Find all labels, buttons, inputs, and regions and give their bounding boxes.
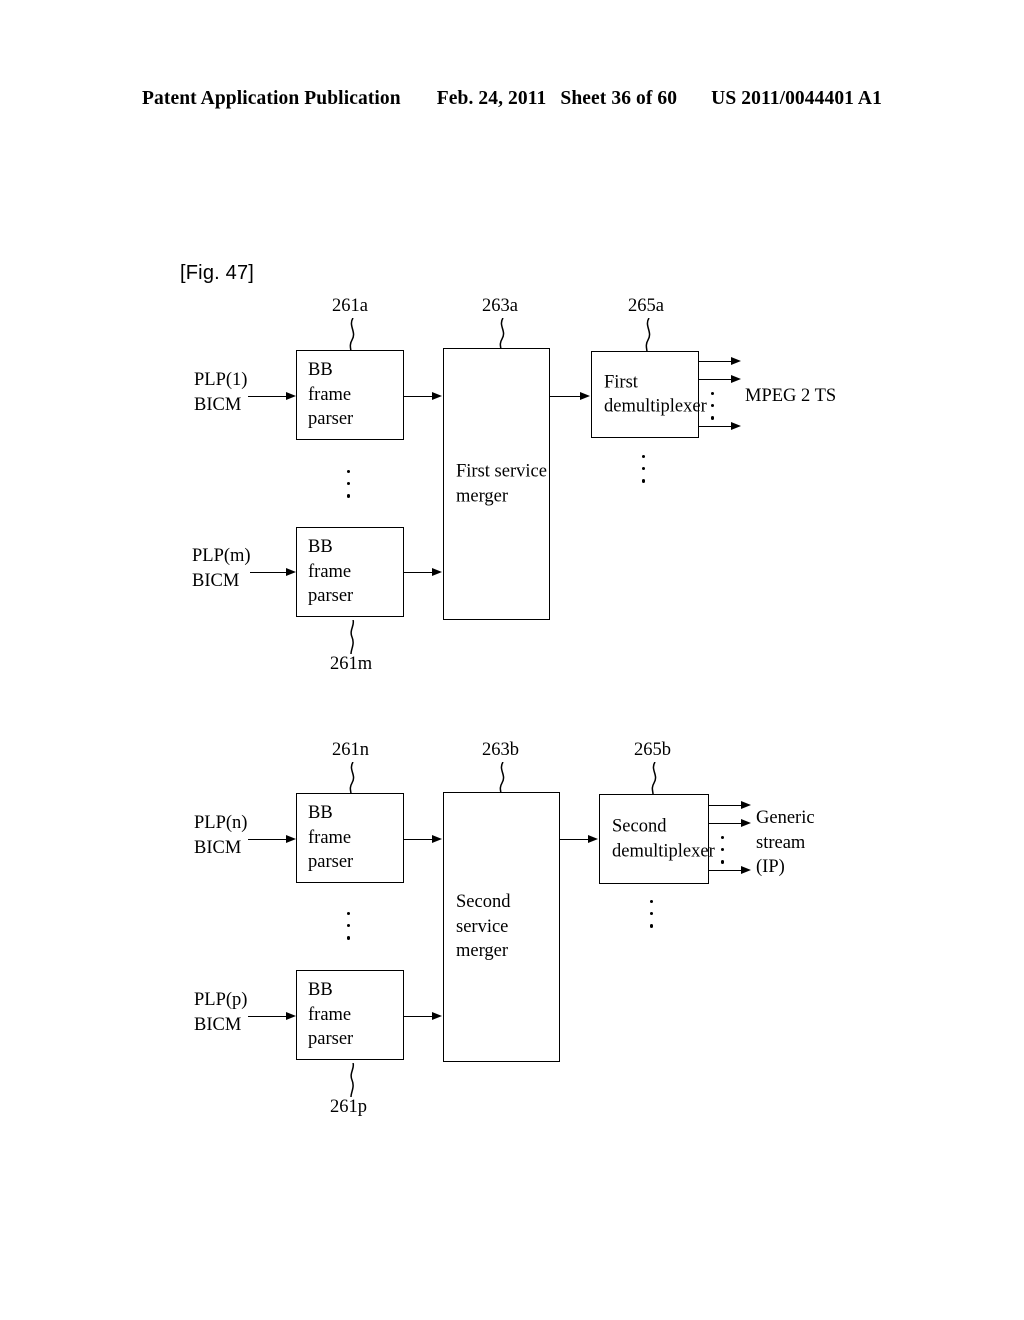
block-bb-frame-parser-261m: BB frame parser <box>296 527 404 617</box>
arrow-line-parser261a-to-merger <box>404 396 432 397</box>
arrow-head-demux-b-out-2 <box>741 818 751 827</box>
ellipsis-below-demux-b <box>650 900 656 928</box>
arrow-head-parser261m-to-merger <box>432 567 442 576</box>
refnum-261p: 261p <box>330 1097 367 1117</box>
arrow-head-parser261n-to-merger <box>432 834 442 843</box>
arrow-line-plpm-to-parser <box>250 572 286 573</box>
leader-line-263b <box>494 762 512 794</box>
arrow-line-parser261p-to-merger <box>404 1016 432 1017</box>
arrow-head-demux-b-out-1 <box>741 800 751 809</box>
block-bb-frame-parser-261p: BB frame parser <box>296 970 404 1060</box>
header-patent-number: US 2011/0044401 A1 <box>711 88 882 109</box>
arrow-head-demux-a-out-2 <box>731 374 741 383</box>
arrow-line-demux-b-out-2 <box>709 823 741 824</box>
arrow-line-demux-b-out-3 <box>709 870 741 871</box>
ellipsis-top-parsers <box>347 470 353 498</box>
input-label-plp1: PLP(1) BICM <box>194 370 248 415</box>
ellipsis-demux-b-outputs <box>721 836 727 864</box>
leader-line-261m <box>345 620 363 654</box>
block-bb-frame-parser-261n: BB frame parser <box>296 793 404 883</box>
ellipsis-demux-a-outputs <box>711 392 717 420</box>
leader-line-263a <box>494 318 512 350</box>
input-label-plpm: PLP(m) BICM <box>192 546 251 591</box>
block-bb-frame-parser-261a: BB frame parser <box>296 350 404 440</box>
arrow-line-merger-to-demux-b <box>560 839 588 840</box>
block-first-demultiplexer: First demultiplexer <box>591 351 707 438</box>
figure-label: [Fig. 47] <box>180 262 255 284</box>
arrow-head-demux-a-out-3 <box>731 421 741 430</box>
ellipsis-bottom-parsers <box>347 912 353 940</box>
arrow-line-parser261m-to-merger <box>404 572 432 573</box>
arrow-head-plpm-to-parser <box>286 567 296 576</box>
arrow-line-demux-b-out-1 <box>709 805 741 806</box>
block-second-demultiplexer: Second demultiplexer <box>599 794 715 884</box>
leader-line-261a <box>344 318 362 352</box>
refnum-265b: 265b <box>634 740 671 760</box>
page-header: Patent Application Publication Feb. 24, 2… <box>0 88 1024 110</box>
header-publication: Patent Application Publication <box>142 88 401 109</box>
refnum-263a: 263a <box>482 296 518 316</box>
output-label-generic-stream: Generic stream (IP) <box>756 808 815 878</box>
block-label-bb-frame-parser-261n: BB frame parser <box>308 803 354 873</box>
block-label-second-demultiplexer: Second demultiplexer <box>612 816 715 861</box>
arrow-line-parser261n-to-merger <box>404 839 432 840</box>
arrow-head-merger-to-demux-a <box>580 391 590 400</box>
block-first-service-merger: First service merger <box>443 348 550 620</box>
arrow-head-merger-to-demux-b <box>588 834 598 843</box>
arrow-line-demux-a-out-1 <box>699 361 731 362</box>
input-label-plpn: PLP(n) BICM <box>194 813 248 858</box>
block-label-bb-frame-parser-261m: BB frame parser <box>308 537 354 607</box>
arrow-line-plp1-to-parser <box>248 396 286 397</box>
header-sheet: Sheet 36 of 60 <box>560 88 678 109</box>
arrow-head-plp1-to-parser <box>286 391 296 400</box>
leader-line-265b <box>646 762 664 794</box>
block-label-first-demultiplexer: First demultiplexer <box>604 371 707 417</box>
ellipsis-below-demux-a <box>642 455 648 483</box>
arrow-head-demux-b-out-3 <box>741 865 751 874</box>
refnum-261a: 261a <box>332 296 368 316</box>
arrow-line-demux-a-out-2 <box>699 379 731 380</box>
leader-line-261p <box>345 1063 363 1097</box>
arrow-head-parser261p-to-merger <box>432 1011 442 1020</box>
block-label-bb-frame-parser-261a: BB frame parser <box>308 360 354 430</box>
output-label-mpeg2ts: MPEG 2 TS <box>745 386 837 406</box>
input-label-plpp: PLP(p) BICM <box>194 990 248 1035</box>
block-label-second-service-merger: Second service merger <box>456 892 511 962</box>
block-label-bb-frame-parser-261p: BB frame parser <box>308 980 354 1050</box>
arrow-line-demux-a-out-3 <box>699 426 731 427</box>
refnum-265a: 265a <box>628 296 664 316</box>
leader-line-265a <box>640 318 658 352</box>
refnum-263b: 263b <box>482 740 519 760</box>
leader-line-261n <box>344 762 362 794</box>
header-date: Feb. 24, 2011 <box>436 88 547 109</box>
refnum-261n: 261n <box>332 740 369 760</box>
refnum-261m: 261m <box>330 654 373 674</box>
arrow-line-plpn-to-parser <box>248 839 286 840</box>
arrow-head-plpn-to-parser <box>286 834 296 843</box>
arrow-line-plpp-to-parser <box>248 1016 286 1017</box>
arrow-head-plpp-to-parser <box>286 1011 296 1020</box>
arrow-head-demux-a-out-1 <box>731 356 741 365</box>
patent-figure-page: Patent Application Publication Feb. 24, 2… <box>0 0 1024 1320</box>
block-second-service-merger: Second service merger <box>443 792 560 1062</box>
block-label-first-service-merger: First service merger <box>456 461 547 506</box>
arrow-line-merger-to-demux-a <box>550 396 580 397</box>
arrow-head-parser261a-to-merger <box>432 391 442 400</box>
